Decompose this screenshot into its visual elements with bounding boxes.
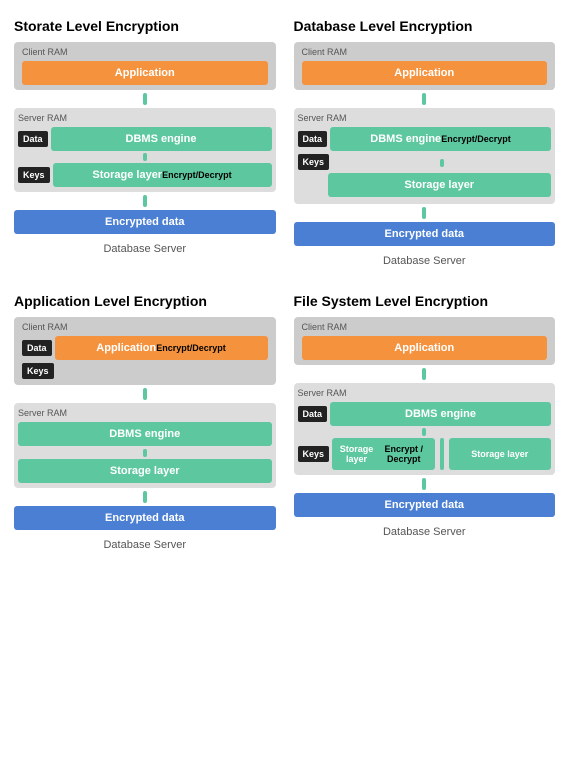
dbms-box-4: DBMS engine xyxy=(330,402,551,426)
storage-box-1: Storage layer Encrypt/Decrypt xyxy=(53,163,272,187)
application-level-diagram: Application Level Encryption Client RAM … xyxy=(10,285,280,559)
data-row-2: Data DBMS engine Encrypt/Decrypt xyxy=(298,127,552,151)
application-box-2: Application xyxy=(302,61,548,85)
dbms-box-1: DBMS engine xyxy=(51,127,272,151)
encrypted-data-box-3: Encrypted data xyxy=(14,506,276,530)
server-ram-section-4: Server RAM Data DBMS engine Keys Storage… xyxy=(294,383,556,475)
server-ram-label-2: Server RAM xyxy=(298,113,552,123)
database-level-wrapper: Client RAM Application Server RAM Data D… xyxy=(294,42,556,267)
storage-level-wrapper: Client RAM Application Server RAM Data D… xyxy=(14,42,276,255)
application-box-1: Application xyxy=(22,61,268,85)
server-ram-section-2: Server RAM Data DBMS engine Encrypt/Decr… xyxy=(294,108,556,204)
filesystem-level-wrapper: Client RAM Application Server RAM Data D… xyxy=(294,317,556,538)
encrypted-data-box-4: Encrypted data xyxy=(294,493,556,517)
database-level-diagram: Database Level Encryption Client RAM App… xyxy=(290,10,560,275)
client-ram-section-1: Client RAM Application xyxy=(14,42,276,90)
storage-layer1-box-4: Storage layer Encrypt / Decrypt xyxy=(332,438,435,470)
storage-box-2: Storage layer xyxy=(328,173,552,197)
keys-badge-1: Keys xyxy=(18,167,50,183)
server-ram-section-1: Server RAM Data DBMS engine Keys Storage… xyxy=(14,108,276,192)
encrypted-data-box-2: Encrypted data xyxy=(294,222,556,246)
server-ram-label-1: Server RAM xyxy=(18,113,272,123)
storage-box-3: Storage layer xyxy=(18,459,272,483)
connector-1b xyxy=(18,153,272,161)
db-server-label-4: Database Server xyxy=(294,526,556,538)
keys-storage-row-1: Keys Storage layer Encrypt/Decrypt xyxy=(18,163,272,187)
connector-1a xyxy=(14,93,276,105)
storage-level-diagram: Storate Level Encryption Client RAM Appl… xyxy=(10,10,280,275)
connector-4a xyxy=(294,368,556,380)
keys-row-3: Keys xyxy=(22,363,268,380)
server-ram-label-3: Server RAM xyxy=(18,408,272,418)
data-badge-4: Data xyxy=(298,406,328,422)
keys-row-2: Keys xyxy=(298,154,552,171)
connector-1c xyxy=(14,195,276,207)
connector-2b xyxy=(294,207,556,219)
filesystem-level-title: File System Level Encryption xyxy=(294,293,489,309)
server-ram-section-3: Server RAM DBMS engine Storage layer xyxy=(14,403,276,488)
keys-badge-2: Keys xyxy=(298,154,330,170)
db-server-label-1: Database Server xyxy=(14,243,276,255)
data-row-3: Data Application Encrypt/Decrypt xyxy=(22,336,268,360)
data-dbms-row-1: Data DBMS engine xyxy=(18,127,272,151)
application-box-3: Application Encrypt/Decrypt xyxy=(55,336,268,360)
storage-layer2-box-4: Storage layer xyxy=(449,438,552,470)
connector-v-1a xyxy=(143,93,147,105)
client-ram-label-4: Client RAM xyxy=(302,322,548,332)
filesystem-level-diagram: File System Level Encryption Client RAM … xyxy=(290,285,560,559)
client-ram-label-2: Client RAM xyxy=(302,47,348,57)
dbms-box-3: DBMS engine xyxy=(18,422,272,446)
client-ram-label-1: Client RAM xyxy=(22,47,68,57)
data-badge-1: Data xyxy=(18,131,48,147)
client-ram-section-3: Client RAM Data Application Encrypt/Decr… xyxy=(14,317,276,385)
keys-storage-row-4: Keys Storage layer Encrypt / Decrypt Sto… xyxy=(298,438,552,470)
db-server-label-3: Database Server xyxy=(14,539,276,551)
client-ram-section-2: Client RAM Application xyxy=(294,42,556,90)
connector-4b xyxy=(294,478,556,490)
data-dbms-row-4: Data DBMS engine xyxy=(298,402,552,426)
server-ram-label-4: Server RAM xyxy=(298,388,552,398)
keys-badge-3: Keys xyxy=(22,363,54,379)
application-box-4: Application xyxy=(302,336,548,360)
database-level-title: Database Level Encryption xyxy=(294,18,473,34)
data-badge-2: Data xyxy=(298,131,328,147)
client-ram-section-4: Client RAM Application xyxy=(294,317,556,365)
connector-3a xyxy=(14,388,276,400)
client-ram-label-3: Client RAM xyxy=(22,322,268,332)
dbms-box-2: DBMS engine Encrypt/Decrypt xyxy=(330,127,551,151)
data-badge-3: Data xyxy=(22,340,52,356)
connector-2a xyxy=(294,93,556,105)
encrypted-data-box-1: Encrypted data xyxy=(14,210,276,234)
application-level-wrapper: Client RAM Data Application Encrypt/Decr… xyxy=(14,317,276,551)
db-server-label-2: Database Server xyxy=(294,255,556,267)
application-level-title: Application Level Encryption xyxy=(14,293,207,309)
connector-3b xyxy=(14,491,276,503)
keys-badge-4: Keys xyxy=(298,446,330,462)
storage-level-title: Storate Level Encryption xyxy=(14,18,179,34)
